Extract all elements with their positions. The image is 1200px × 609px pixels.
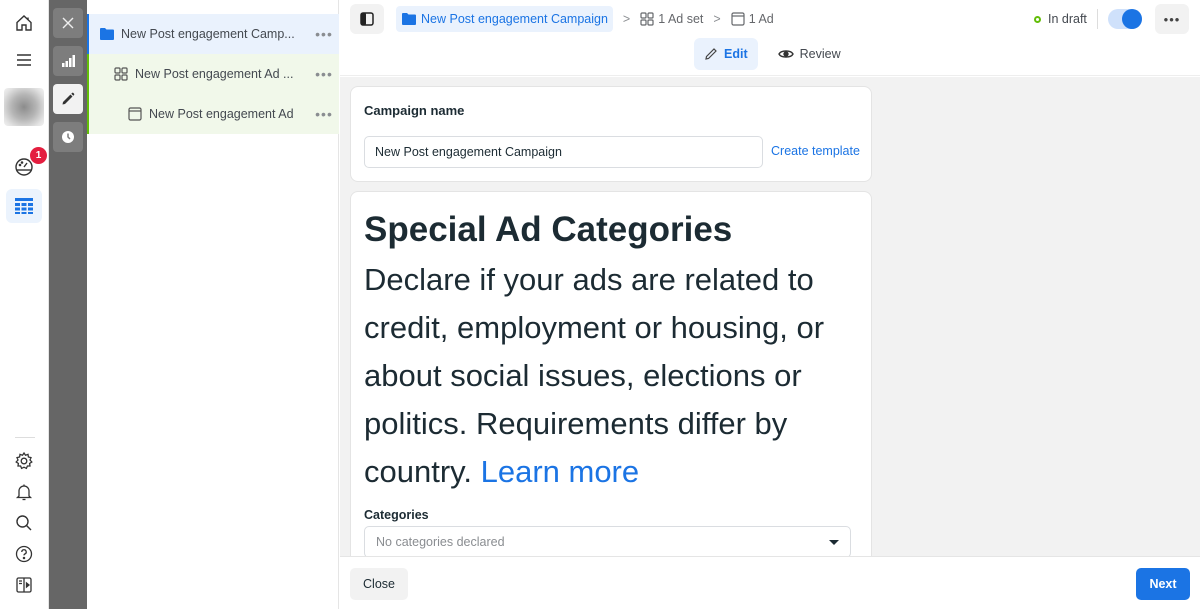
folder-icon [402, 13, 416, 25]
campaign-name-card: Campaign name New Post engagement Campai… [350, 86, 872, 182]
home-icon [16, 15, 32, 31]
breadcrumb-adset[interactable]: 1 Ad set [640, 12, 703, 26]
publish-toggle[interactable] [1107, 9, 1142, 29]
tree-item-label: New Post engagement Ad [149, 107, 294, 121]
tree-item-adset[interactable]: New Post engagement Ad ... ••• [87, 54, 339, 94]
close-icon [62, 17, 74, 29]
create-template-link[interactable]: Create template [771, 144, 860, 158]
chart-bars-icon [62, 55, 75, 67]
learn-more-link[interactable]: Learn more [481, 454, 640, 489]
menu-icon [17, 54, 31, 66]
ads-manager-app: 1 New Post engagement Camp... ••• New Po… [0, 0, 1200, 609]
avatar[interactable] [4, 88, 44, 126]
table-grid-icon [15, 198, 33, 214]
toggle-panel-button[interactable] [6, 568, 42, 602]
categories-placeholder: No categories declared [376, 535, 505, 549]
tab-review-label: Review [799, 47, 841, 61]
campaign-tree: New Post engagement Camp... ••• New Post… [87, 0, 339, 609]
folder-icon [99, 26, 115, 42]
clock-history-icon [62, 131, 74, 143]
tab-review[interactable]: Review [768, 38, 851, 70]
ad-frame-icon [731, 12, 745, 26]
notifications-bell-icon [15, 484, 33, 501]
notifications-button[interactable] [6, 475, 42, 509]
editor-header: New Post engagement Campaign > 1 Ad set … [340, 0, 1200, 76]
tree-item-ad[interactable]: New Post engagement Ad ••• [87, 94, 339, 134]
nav-rail: 1 [0, 0, 49, 609]
toggle-knob [1121, 9, 1142, 29]
more-options-button[interactable]: ••• [1155, 4, 1189, 34]
ad-frame-icon [127, 106, 143, 122]
pencil-icon [705, 48, 717, 60]
panel-toggle-icon [16, 577, 32, 593]
tree-item-more-button[interactable]: ••• [309, 66, 339, 82]
tool-strip [49, 0, 87, 609]
tree-item-more-button[interactable]: ••• [309, 106, 339, 122]
status-badge: In draft [1048, 12, 1087, 26]
close-button[interactable]: Close [350, 568, 408, 600]
campaign-name-title: Campaign name [364, 103, 465, 118]
close-tree-button[interactable] [53, 8, 83, 38]
campaigns-table-button[interactable] [6, 189, 42, 223]
breadcrumb-ad-label: 1 Ad [748, 12, 774, 26]
breadcrumb-campaign-label: New Post engagement Campaign [421, 12, 608, 26]
breadcrumb-adset-label: 1 Ad set [658, 12, 704, 26]
charts-button[interactable] [53, 46, 83, 76]
editor-content[interactable]: Campaign name New Post engagement Campai… [340, 77, 1200, 556]
editor-footer: Close Next [340, 556, 1200, 609]
next-button[interactable]: Next [1136, 568, 1190, 600]
settings-button[interactable] [6, 444, 42, 478]
help-button[interactable] [6, 537, 42, 571]
tab-edit-label: Edit [724, 47, 748, 61]
breadcrumb: New Post engagement Campaign > 1 Ad set … [396, 6, 774, 32]
search-icon [16, 515, 32, 531]
sidebar-toggle-button[interactable] [350, 4, 384, 34]
edit-mode-button[interactable] [53, 84, 83, 114]
adset-grid-icon [640, 12, 654, 26]
history-button[interactable] [53, 122, 83, 152]
notification-badge: 1 [30, 147, 47, 164]
rail-divider [15, 437, 35, 438]
special-ad-categories-card: Special Ad Categories Declare if your ad… [350, 191, 872, 556]
tree-item-campaign[interactable]: New Post engagement Camp... ••• [87, 14, 339, 54]
status-area: In draft [1034, 7, 1142, 31]
breadcrumb-ad[interactable]: 1 Ad [731, 12, 774, 26]
settings-gear-icon [15, 451, 33, 470]
tree-item-label: New Post engagement Camp... [121, 27, 295, 41]
tree-item-label: New Post engagement Ad ... [135, 67, 294, 81]
help-icon [15, 545, 33, 563]
special-ad-categories-description: Declare if your ads are related to credi… [364, 256, 864, 496]
categories-label: Categories [364, 508, 429, 522]
search-button[interactable] [6, 506, 42, 540]
pencil-edit-icon [62, 92, 75, 105]
eye-icon [777, 50, 794, 58]
draft-status-dot [1034, 15, 1041, 23]
tab-edit[interactable]: Edit [694, 38, 758, 70]
divider [1096, 9, 1098, 29]
breadcrumb-separator: > [622, 12, 631, 26]
campaign-name-input[interactable]: New Post engagement Campaign [364, 136, 763, 168]
sidebar-panel-icon [360, 12, 374, 26]
mode-tabs: Edit Review [694, 38, 851, 70]
caret-down-icon [829, 539, 839, 545]
adset-grid-icon [113, 66, 129, 82]
categories-dropdown[interactable]: No categories declared [364, 526, 851, 556]
breadcrumb-campaign[interactable]: New Post engagement Campaign [396, 6, 613, 32]
main-editor: New Post engagement Campaign > 1 Ad set … [340, 0, 1200, 609]
menu-button[interactable] [6, 43, 42, 77]
breadcrumb-separator: > [713, 12, 721, 26]
tree-item-more-button[interactable]: ••• [309, 26, 339, 42]
home-button[interactable] [6, 6, 42, 40]
special-ad-categories-title: Special Ad Categories [364, 210, 733, 249]
